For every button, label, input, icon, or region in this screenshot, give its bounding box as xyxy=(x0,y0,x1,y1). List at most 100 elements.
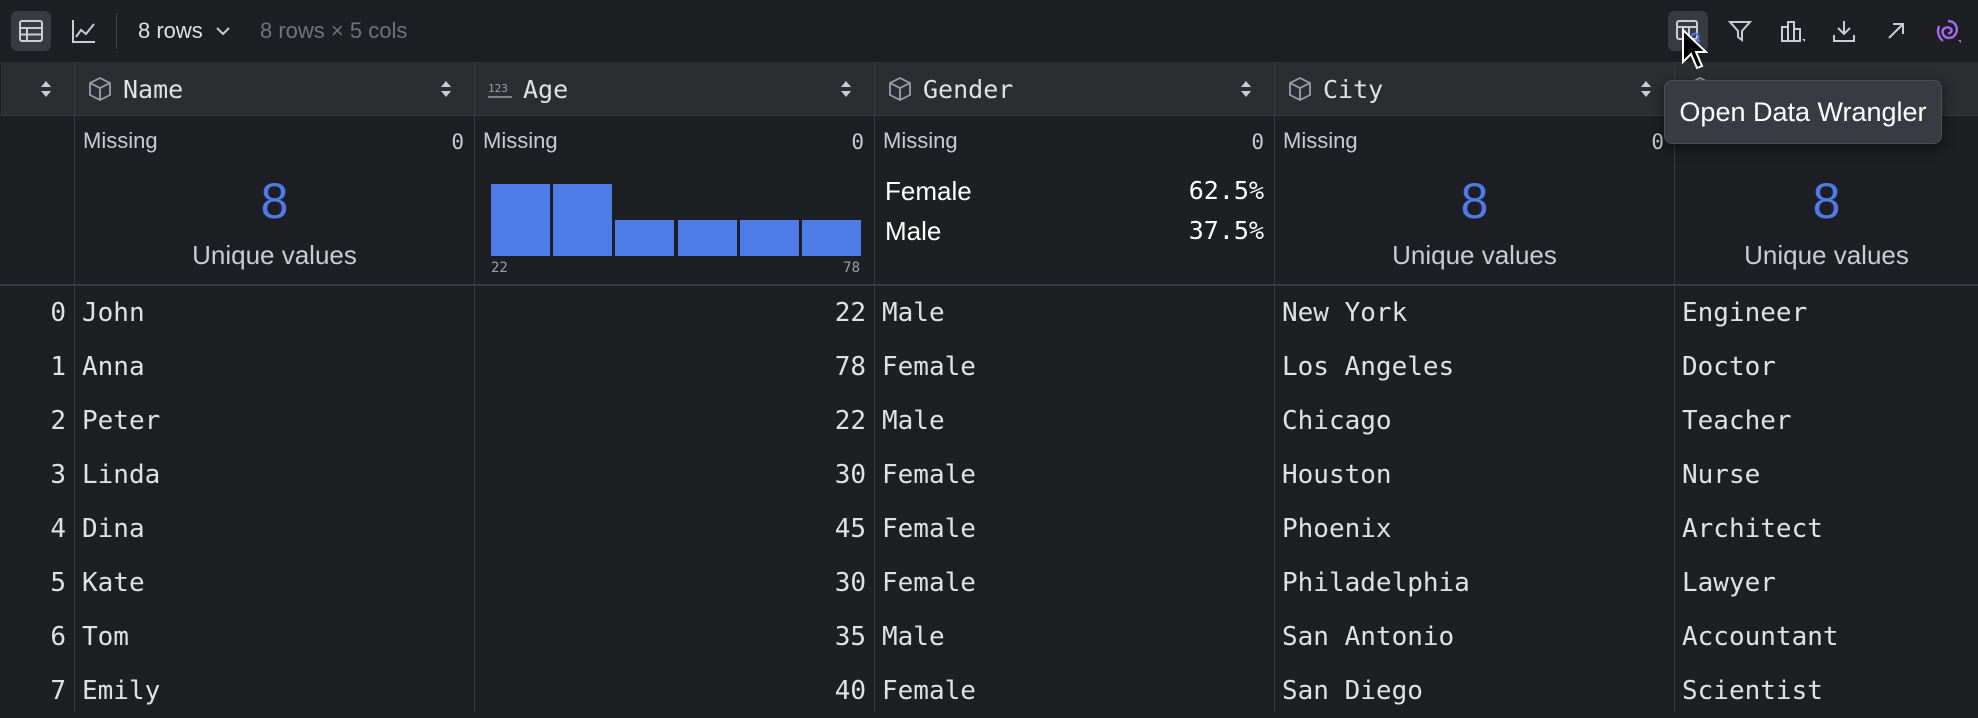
cell-name[interactable]: Dina xyxy=(74,502,474,556)
cell-name[interactable]: Anna xyxy=(74,340,474,394)
histogram-bar[interactable] xyxy=(553,184,613,256)
cell-name[interactable]: Peter xyxy=(74,394,474,448)
sort-icon[interactable] xyxy=(836,77,856,101)
cell-occupation[interactable]: Engineer xyxy=(1674,286,1978,340)
column-chart-button[interactable] xyxy=(1772,11,1812,51)
filter-button[interactable] xyxy=(1720,11,1760,51)
cell-city[interactable]: San Diego xyxy=(1274,664,1674,718)
histogram-bar[interactable] xyxy=(677,220,737,256)
column-header-city[interactable]: City xyxy=(1274,63,1674,115)
cell-city[interactable]: Chicago xyxy=(1274,394,1674,448)
table-row[interactable]: 0 John 22 Male New York Engineer xyxy=(0,286,1978,340)
row-index[interactable]: 0 xyxy=(0,286,74,340)
row-index[interactable]: 7 xyxy=(0,664,74,718)
gender-value-label: Female xyxy=(885,176,972,206)
mouse-cursor-icon xyxy=(1682,28,1708,70)
cell-gender[interactable]: Female xyxy=(874,340,1274,394)
cell-occupation[interactable]: Scientist xyxy=(1674,664,1978,718)
cell-occupation[interactable]: Accountant xyxy=(1674,610,1978,664)
index-column-header[interactable] xyxy=(0,63,74,115)
histogram-bar[interactable] xyxy=(615,220,675,256)
table-row[interactable]: 5 Kate 30 Female Philadelphia Lawyer xyxy=(0,556,1978,610)
cell-gender[interactable]: Female xyxy=(874,556,1274,610)
cell-city[interactable]: Philadelphia xyxy=(1274,556,1674,610)
unique-label: Unique values xyxy=(1392,240,1557,270)
sort-icon[interactable] xyxy=(436,77,456,101)
cell-occupation[interactable]: Architect xyxy=(1674,502,1978,556)
cell-name[interactable]: Linda xyxy=(74,448,474,502)
table-row[interactable]: 6 Tom 35 Male San Antonio Accountant xyxy=(0,610,1978,664)
download-button[interactable] xyxy=(1824,11,1864,51)
cell-city[interactable]: Los Angeles xyxy=(1274,340,1674,394)
missing-count: 0 xyxy=(451,130,464,154)
chart-view-button[interactable] xyxy=(64,11,104,51)
cell-city[interactable]: New York xyxy=(1274,286,1674,340)
missing-label: Missing xyxy=(483,128,558,153)
cell-gender[interactable]: Female xyxy=(874,448,1274,502)
summary-gender: Missing 0 Female 62.5% Male 37.5% xyxy=(874,116,1274,284)
row-index[interactable]: 4 xyxy=(0,502,74,556)
histogram-bar[interactable] xyxy=(739,220,799,256)
cell-gender[interactable]: Male xyxy=(874,394,1274,448)
cell-name[interactable]: Tom xyxy=(74,610,474,664)
gender-value-pct: 62.5% xyxy=(1188,176,1264,205)
table-row[interactable]: 2 Peter 22 Male Chicago Teacher xyxy=(0,394,1978,448)
cell-city[interactable]: Houston xyxy=(1274,448,1674,502)
cell-gender[interactable]: Male xyxy=(874,286,1274,340)
cell-age[interactable]: 30 xyxy=(474,556,874,610)
cell-age[interactable]: 22 xyxy=(474,394,874,448)
cell-name[interactable]: Kate xyxy=(74,556,474,610)
cell-age[interactable]: 78 xyxy=(474,340,874,394)
cell-city[interactable]: San Antonio xyxy=(1274,610,1674,664)
cell-occupation[interactable]: Doctor xyxy=(1674,340,1978,394)
table-view-button[interactable] xyxy=(11,11,51,51)
summary-name: Missing 0 8 Unique values xyxy=(74,116,474,284)
row-index[interactable]: 6 xyxy=(0,610,74,664)
column-header-gender[interactable]: Gender xyxy=(874,63,1274,115)
shape-info: 8 rows × 5 cols xyxy=(260,18,408,43)
cell-age[interactable]: 35 xyxy=(474,610,874,664)
table-row[interactable]: 3 Linda 30 Female Houston Nurse xyxy=(0,448,1978,502)
column-title: Name xyxy=(123,74,184,104)
cell-occupation[interactable]: Lawyer xyxy=(1674,556,1978,610)
cell-occupation[interactable]: Nurse xyxy=(1674,448,1978,502)
cell-name[interactable]: Emily xyxy=(74,664,474,718)
row-index[interactable]: 5 xyxy=(0,556,74,610)
column-chart-icon xyxy=(1781,21,1805,42)
missing-count: 0 xyxy=(851,130,864,154)
cell-gender[interactable]: Male xyxy=(874,610,1274,664)
sort-icon[interactable] xyxy=(1236,77,1256,101)
gender-value-pct: 37.5% xyxy=(1188,216,1264,245)
cell-gender[interactable]: Female xyxy=(874,502,1274,556)
cell-city[interactable]: Phoenix xyxy=(1274,502,1674,556)
row-index[interactable]: 1 xyxy=(0,340,74,394)
rows-dropdown[interactable]: 8 rows xyxy=(138,14,233,48)
row-index[interactable]: 2 xyxy=(0,394,74,448)
histogram-bar[interactable] xyxy=(801,220,861,256)
cell-age[interactable]: 45 xyxy=(474,502,874,556)
column-header-name[interactable]: Name xyxy=(74,63,474,115)
table-row[interactable]: 4 Dina 45 Female Phoenix Architect xyxy=(0,502,1978,556)
sort-icon[interactable] xyxy=(36,77,56,101)
sort-icon[interactable] xyxy=(1636,77,1656,101)
copilot-button[interactable] xyxy=(1928,11,1968,51)
table-row[interactable]: 7 Emily 40 Female San Diego Scientist xyxy=(0,664,1978,718)
cell-age[interactable]: 40 xyxy=(474,664,874,718)
open-external-button[interactable] xyxy=(1876,11,1916,51)
cube-icon xyxy=(85,74,115,104)
toolbar-separator xyxy=(116,13,117,49)
histogram-bar[interactable] xyxy=(491,184,551,256)
missing-label: Missing xyxy=(883,128,958,153)
cell-age[interactable]: 30 xyxy=(474,448,874,502)
cell-gender[interactable]: Female xyxy=(874,664,1274,718)
cell-age[interactable]: 22 xyxy=(474,286,874,340)
column-header-age[interactable]: 123 Age xyxy=(474,63,874,115)
unique-count: 8 xyxy=(260,173,289,229)
cell-name[interactable]: John xyxy=(74,286,474,340)
summary-city: Missing 0 8 Unique values xyxy=(1274,116,1674,284)
row-index[interactable]: 3 xyxy=(0,448,74,502)
column-divider xyxy=(1274,63,1275,712)
copilot-swirl-icon xyxy=(1936,19,1961,43)
table-row[interactable]: 1 Anna 78 Female Los Angeles Doctor xyxy=(0,340,1978,394)
cell-occupation[interactable]: Teacher xyxy=(1674,394,1978,448)
